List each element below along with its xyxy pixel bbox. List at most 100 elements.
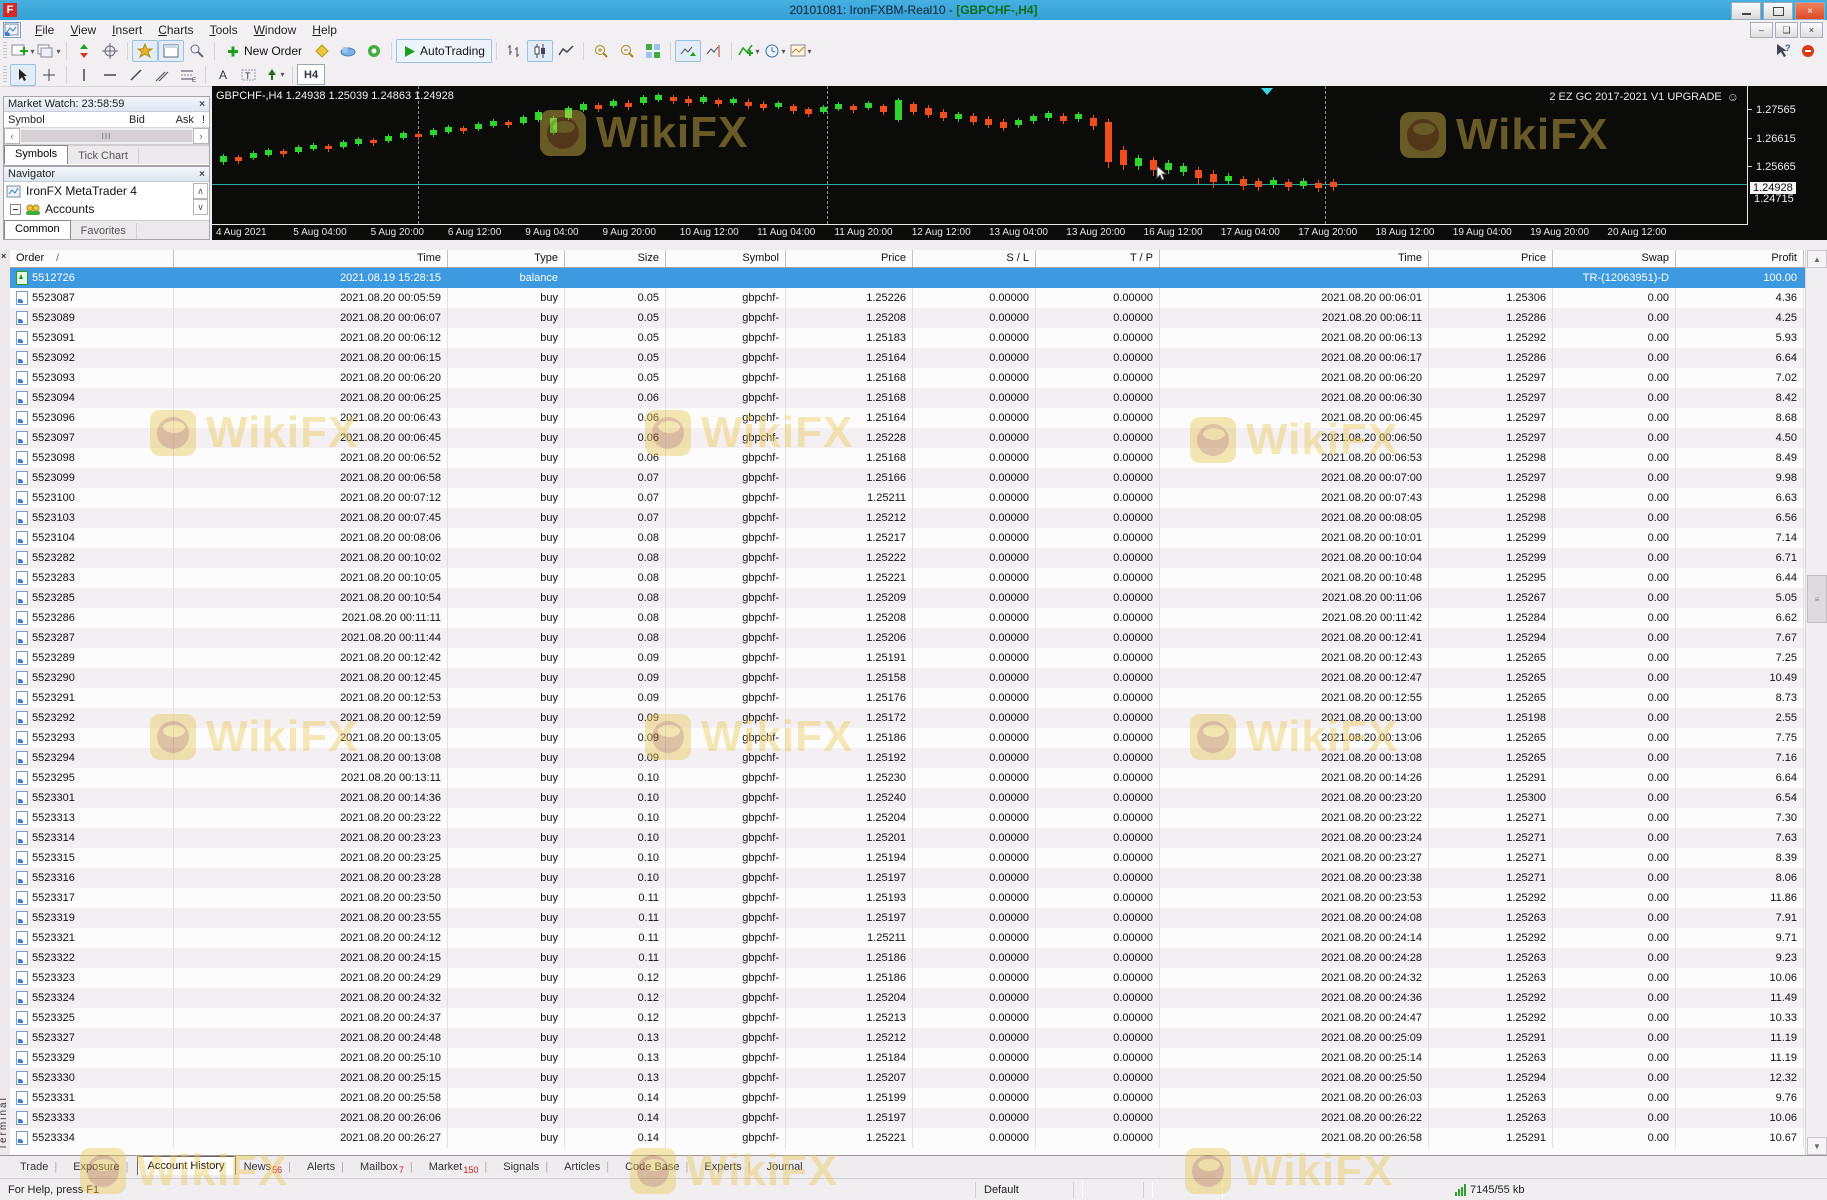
table-row[interactable]: 5523287 2021.08.20 00:11:44 buy 0.08 gbpchf-… [10, 628, 1805, 648]
table-row[interactable]: 5523293 2021.08.20 00:13:05 buy 0.09 gbpchf-… [10, 728, 1805, 748]
menu-item-charts[interactable]: Charts [150, 21, 201, 39]
terminal-toggle-icon[interactable] [158, 40, 184, 62]
close-button[interactable]: × [1795, 2, 1825, 20]
menu-item-help[interactable]: Help [304, 21, 345, 39]
table-row[interactable]: 5523091 2021.08.20 00:06:12 buy 0.05 gbpchf-… [10, 328, 1805, 348]
table-row[interactable]: 5523313 2021.08.20 00:23:22 buy 0.10 gbpchf-… [10, 808, 1805, 828]
minimize-button[interactable] [1731, 2, 1761, 20]
tab-favorites[interactable]: Favorites [71, 223, 137, 239]
tab-account-history[interactable]: Account History [136, 1156, 236, 1175]
text-label-icon[interactable]: T [236, 64, 262, 86]
strategy-tester-icon[interactable] [184, 40, 210, 62]
table-row[interactable]: 5523099 2021.08.20 00:06:58 buy 0.07 gbpchf-… [10, 468, 1805, 488]
autotrading-button[interactable]: AutoTrading [396, 39, 492, 63]
table-row[interactable]: 5523317 2021.08.20 00:23:50 buy 0.11 gbpchf-… [10, 888, 1805, 908]
navigator-close-icon[interactable]: × [199, 169, 205, 180]
table-row[interactable]: 5523324 2021.08.20 00:24:32 buy 0.12 gbpchf-… [10, 988, 1805, 1008]
context-help-icon[interactable]: ? [1769, 40, 1795, 62]
tab-experts[interactable]: Experts | [696, 1159, 758, 1175]
table-row[interactable]: 5523329 2021.08.20 00:25:10 buy 0.13 gbpchf-… [10, 1048, 1805, 1068]
table-row[interactable]: 5523285 2021.08.20 00:10:54 buy 0.08 gbpchf-… [10, 588, 1805, 608]
periods-button[interactable]: ▾ [762, 40, 788, 62]
table-row[interactable]: 5523301 2021.08.20 00:14:36 buy 0.10 gbpchf-… [10, 788, 1805, 808]
time-axis[interactable]: 4 Aug 2021 5 Aug 04:00 5 Aug 20:00 6 Aug 12… [212, 224, 1827, 240]
column-header-order[interactable]: Order / [10, 250, 174, 267]
scroll-up-icon[interactable]: ▲ [1807, 250, 1827, 268]
table-row[interactable]: 5523089 2021.08.20 00:06:07 buy 0.05 gbpchf-… [10, 308, 1805, 328]
publisher-icon[interactable] [335, 40, 361, 62]
table-row[interactable]: 5523331 2021.08.20 00:25:58 buy 0.14 gbpchf-… [10, 1088, 1805, 1108]
column-header-symbol[interactable]: Symbol [666, 250, 786, 267]
table-row[interactable]: 5523294 2021.08.20 00:13:08 buy 0.09 gbpchf-… [10, 748, 1805, 768]
tab-common[interactable]: Common [4, 220, 71, 239]
table-row[interactable]: 5523291 2021.08.20 00:12:53 buy 0.09 gbpchf-… [10, 688, 1805, 708]
zoom-out-icon[interactable] [614, 40, 640, 62]
scroll-right-icon[interactable]: › [193, 128, 209, 144]
tab-journal[interactable]: Journal [759, 1159, 811, 1175]
maximize-button[interactable] [1763, 2, 1793, 20]
column-header-time[interactable]: Time [174, 250, 448, 267]
column-header-tp[interactable]: T / P [1036, 250, 1160, 267]
table-row[interactable]: 5523286 2021.08.20 00:11:11 buy 0.08 gbpchf-… [10, 608, 1805, 628]
crosshair-icon[interactable] [36, 64, 62, 86]
child-minimize-button[interactable]: – [1750, 22, 1773, 38]
column-header-profit[interactable]: Profit [1676, 250, 1804, 267]
column-header-size[interactable]: Size [565, 250, 666, 267]
table-row[interactable]: 5523282 2021.08.20 00:10:02 buy 0.08 gbpchf-… [10, 548, 1805, 568]
column-header-type[interactable]: Type [448, 250, 565, 267]
table-row[interactable]: 5523323 2021.08.20 00:24:29 buy 0.12 gbpchf-… [10, 968, 1805, 988]
cursor-icon[interactable] [10, 63, 36, 86]
navigator-root-item[interactable]: IronFX MetaTrader 4 [4, 182, 209, 200]
terminal-close-icon[interactable]: × [1, 251, 6, 261]
scroll-thumb[interactable]: ≡ [1807, 575, 1827, 623]
menu-item-view[interactable]: View [62, 21, 104, 39]
table-row[interactable]: 5523100 2021.08.20 00:07:12 buy 0.07 gbpchf-… [10, 488, 1805, 508]
tab-articles[interactable]: Articles | [556, 1159, 617, 1175]
new-order-button[interactable]: New Order [219, 39, 309, 63]
child-close-button[interactable]: × [1800, 22, 1823, 38]
menu-item-window[interactable]: Window [246, 21, 305, 39]
tile-windows-icon[interactable] [640, 40, 666, 62]
tab-alerts[interactable]: Alerts | [299, 1159, 352, 1175]
price-axis[interactable]: 1.27565 1.26615 1.25665 1.24928 1.24715 [1748, 86, 1827, 224]
fibonacci-icon[interactable]: E [175, 64, 201, 86]
table-row[interactable]: 5523333 2021.08.20 00:26:06 buy 0.14 gbpchf-… [10, 1108, 1805, 1128]
tab-signals[interactable]: Signals | [495, 1159, 556, 1175]
column-header-time[interactable]: Time [1160, 250, 1429, 267]
table-row[interactable]: 5523319 2021.08.20 00:23:55 buy 0.11 gbpchf-… [10, 908, 1805, 928]
auto-scroll-icon[interactable] [674, 40, 701, 62]
table-row[interactable]: 5523097 2021.08.20 00:06:45 buy 0.06 gbpchf-… [10, 428, 1805, 448]
chart-plot-area[interactable]: GBPCHF-,H4 1.24938 1.25039 1.24863 1.249… [212, 86, 1748, 225]
market-watch-close-icon[interactable]: × [199, 99, 205, 110]
menu-item-insert[interactable]: Insert [104, 21, 150, 39]
line-chart-icon[interactable] [553, 40, 579, 62]
scroll-down-icon[interactable]: ∨ [193, 199, 208, 215]
tab-mailbox[interactable]: Mailbox 7 | [352, 1159, 421, 1175]
menu-item-file[interactable]: File [27, 21, 62, 39]
table-row[interactable]: 5523093 2021.08.20 00:06:20 buy 0.05 gbpchf-… [10, 368, 1805, 388]
price-chart[interactable]: GBPCHF-,H4 1.24938 1.25039 1.24863 1.249… [212, 86, 1827, 240]
tab-code-base[interactable]: Code Base | [617, 1159, 696, 1175]
table-row[interactable]: 5523314 2021.08.20 00:23:23 buy 0.10 gbpchf-… [10, 828, 1805, 848]
table-row[interactable]: 5523087 2021.08.20 00:05:59 buy 0.05 gbpchf-… [10, 288, 1805, 308]
table-row[interactable]: 5523315 2021.08.20 00:23:25 buy 0.10 gbpchf-… [10, 848, 1805, 868]
navigator-accounts-item[interactable]: Accounts [4, 200, 209, 218]
alerts-sound-icon[interactable] [361, 40, 387, 62]
profiles-button[interactable]: ▾ [36, 40, 62, 62]
tab-exposure[interactable]: Exposure | [65, 1159, 136, 1175]
table-row[interactable]: 5523327 2021.08.20 00:24:48 buy 0.13 gbpchf-… [10, 1028, 1805, 1048]
table-row[interactable]: 5523330 2021.08.20 00:25:15 buy 0.13 gbpchf-… [10, 1068, 1805, 1088]
column-header-sl[interactable]: S / L [913, 250, 1036, 267]
table-row[interactable]: 5523096 2021.08.20 00:06:43 buy 0.06 gbpchf-… [10, 408, 1805, 428]
table-row[interactable]: 5523290 2021.08.20 00:12:45 buy 0.09 gbpchf-… [10, 668, 1805, 688]
navigator-toggle-icon[interactable] [132, 40, 158, 62]
table-row[interactable]: 5523292 2021.08.20 00:12:59 buy 0.09 gbpchf-… [10, 708, 1805, 728]
table-vscrollbar[interactable]: ▲ ≡ ▼ [1805, 250, 1827, 1155]
scroll-left-icon[interactable]: ‹ [4, 128, 20, 144]
templates-button[interactable]: ▾ [788, 40, 814, 62]
scroll-down-icon[interactable]: ▼ [1807, 1137, 1827, 1155]
account-history-table[interactable]: Order / Time Type Size Symbol Price S / LT / PT… [10, 250, 1805, 1155]
tab-market[interactable]: Market 150 | [421, 1159, 496, 1175]
table-row[interactable]: 5523289 2021.08.20 00:12:42 buy 0.09 gbpchf-… [10, 648, 1805, 668]
trendline-icon[interactable] [123, 64, 149, 86]
